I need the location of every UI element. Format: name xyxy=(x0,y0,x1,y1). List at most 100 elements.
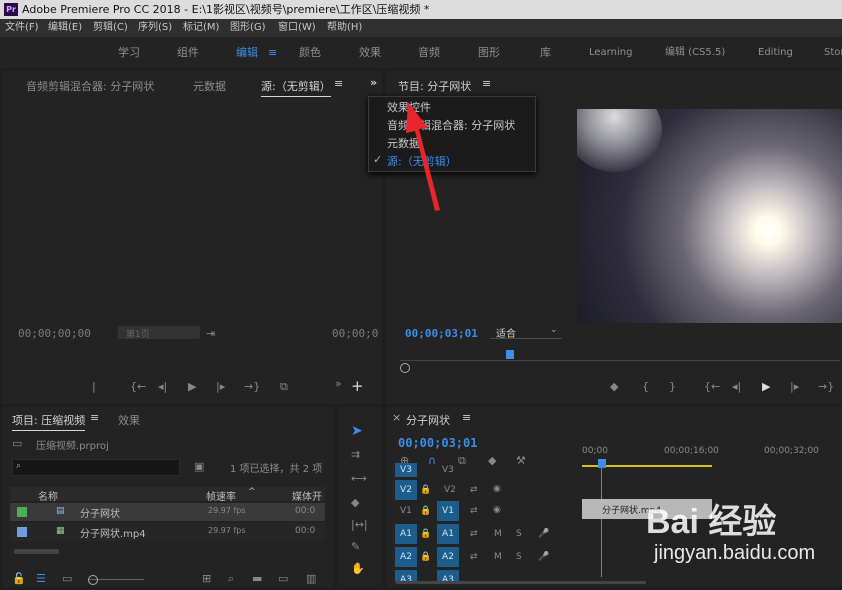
menu-graphics[interactable]: 图形(G) xyxy=(230,19,266,37)
selection-tool-icon[interactable]: ➤ xyxy=(351,424,363,438)
workspace-effects[interactable]: 效果 xyxy=(359,37,381,68)
zoom-slider-handle[interactable] xyxy=(88,575,98,585)
list-view-icon[interactable]: ☰ xyxy=(36,573,46,585)
settings-wrench-icon[interactable]: ⚒ xyxy=(516,455,526,467)
tab-audio-clip-mixer[interactable]: 音频剪辑混合器: 分子网状 xyxy=(26,78,154,94)
scrub-bar[interactable] xyxy=(400,360,840,361)
playhead-marker[interactable] xyxy=(598,459,606,468)
overflow-chevrons-icon[interactable]: » xyxy=(370,76,377,89)
track-target-v3[interactable]: V3 xyxy=(395,463,417,477)
lock-icon[interactable]: 🔒 xyxy=(420,485,431,495)
step-forward-icon[interactable]: |▸ xyxy=(216,381,225,393)
table-row[interactable]: ▤ 分子网状 29.97 fps 00:0 xyxy=(10,503,325,521)
track-target-a1[interactable]: A1 xyxy=(437,524,459,544)
microphone-icon[interactable]: 🎤 xyxy=(538,529,549,539)
timeline-scrollbar[interactable] xyxy=(396,581,646,584)
sort-up-icon[interactable]: ^ xyxy=(248,487,256,497)
more-icon[interactable]: » xyxy=(335,378,342,390)
tab-effects[interactable]: 效果 xyxy=(118,412,140,428)
tab-metadata[interactable]: 元数据 xyxy=(193,78,226,94)
workspace-editing-en[interactable]: Editing xyxy=(758,37,793,68)
track-target-v2[interactable]: V2 xyxy=(395,480,417,500)
microphone-icon[interactable]: 🎤 xyxy=(538,552,549,562)
eye-icon[interactable]: ◉ xyxy=(493,484,501,494)
find-icon[interactable]: ⌕ xyxy=(228,573,234,585)
menu-edit[interactable]: 编辑(E) xyxy=(48,19,82,37)
workspace-color[interactable]: 颜色 xyxy=(299,37,321,68)
timeline-timecode[interactable]: 00;00;03;01 xyxy=(398,436,477,450)
menu-marker[interactable]: 标记(M) xyxy=(183,19,219,37)
workspace-editing[interactable]: 编辑 xyxy=(236,37,258,68)
page-selector[interactable]: 第1页 xyxy=(118,326,200,340)
close-icon[interactable]: × xyxy=(392,411,401,424)
table-row[interactable]: ▦ 分子网状.mp4 29.97 fps 00:0 xyxy=(10,523,325,541)
label-color-swatch[interactable] xyxy=(17,507,27,517)
project-menu-icon[interactable]: ≡ xyxy=(90,411,99,424)
mark-in-icon[interactable]: { xyxy=(642,381,649,393)
column-name[interactable]: 名称 xyxy=(38,488,58,503)
column-framerate[interactable]: 帧速率 xyxy=(206,488,236,503)
hand-tool-icon[interactable]: ✋ xyxy=(351,563,365,575)
insert-icon[interactable]: ⧉ xyxy=(280,381,288,393)
mute-icon[interactable]: M xyxy=(494,529,502,539)
play-icon[interactable]: ▶ xyxy=(762,381,770,393)
mute-icon[interactable]: M xyxy=(494,552,502,562)
go-to-out-icon[interactable]: →} xyxy=(244,381,260,393)
lock-icon[interactable]: 🔒 xyxy=(420,552,431,562)
playhead-marker[interactable] xyxy=(506,350,514,359)
solo-icon[interactable]: S xyxy=(516,552,522,562)
marker-icon[interactable]: ◆ xyxy=(610,381,618,393)
go-to-out-icon[interactable]: →} xyxy=(818,381,834,393)
lock-icon[interactable]: 🔒 xyxy=(420,529,431,539)
workspace-graphics[interactable]: 图形 xyxy=(478,37,500,68)
track-select-tool-icon[interactable]: ⇉ xyxy=(351,449,360,461)
sync-lock-icon[interactable]: ⇄ xyxy=(470,485,478,495)
menu-file[interactable]: 文件(F) xyxy=(5,19,39,37)
step-back-icon[interactable]: ◂| xyxy=(158,381,167,393)
workspace-libraries[interactable]: 库 xyxy=(540,37,551,68)
play-icon[interactable]: ▶ xyxy=(188,381,196,393)
workspace-learn[interactable]: 学习 xyxy=(118,37,140,68)
snap-icon[interactable]: ∩ xyxy=(428,455,436,467)
menu-clip[interactable]: 剪辑(C) xyxy=(93,19,128,37)
lock-icon[interactable]: 🔒 xyxy=(420,506,431,516)
new-item-icon[interactable]: ▭ xyxy=(278,573,288,585)
mark-out-icon[interactable]: } xyxy=(669,381,676,393)
sync-lock-icon[interactable]: ⇄ xyxy=(470,506,478,516)
column-media-start[interactable]: 媒体开 xyxy=(292,488,322,503)
menu-window[interactable]: 窗口(W) xyxy=(278,19,316,37)
fit-dropdown[interactable]: 适合 ⌄ xyxy=(490,324,562,340)
automate-icon[interactable]: ⊞ xyxy=(202,573,211,585)
lock-icon[interactable]: 🔓 xyxy=(12,573,26,585)
tab-project[interactable]: 项目: 压缩视频 xyxy=(12,412,86,431)
panel-menu-icon[interactable]: ≡ xyxy=(334,77,343,90)
step-back-icon[interactable]: ◂| xyxy=(732,381,741,393)
timeline-menu-icon[interactable]: ≡ xyxy=(462,411,471,424)
label-color-swatch[interactable] xyxy=(17,527,27,537)
workspace-menu-icon[interactable]: ≡ xyxy=(268,37,277,68)
menu-help[interactable]: 帮助(H) xyxy=(327,19,362,37)
solo-icon[interactable]: S xyxy=(516,529,522,539)
linked-selection-icon[interactable]: ⧉ xyxy=(458,455,466,467)
new-bin-icon[interactable]: ▬ xyxy=(252,573,262,585)
menu-sequence[interactable]: 序列(S) xyxy=(138,19,172,37)
zoom-handle-icon[interactable] xyxy=(400,363,410,373)
go-to-in-icon[interactable]: {← xyxy=(704,381,720,393)
slip-tool-icon[interactable]: |↔| xyxy=(351,519,368,531)
program-menu-icon[interactable]: ≡ xyxy=(482,77,491,90)
sync-lock-icon[interactable]: ⇄ xyxy=(470,529,478,539)
eye-icon[interactable]: ◉ xyxy=(493,505,501,515)
jump-icon[interactable]: ⇥ xyxy=(206,328,215,340)
horizontal-scrollbar[interactable] xyxy=(14,549,59,554)
new-bin-icon[interactable]: ▣ xyxy=(194,461,204,473)
step-forward-icon[interactable]: |▸ xyxy=(790,381,799,393)
ripple-edit-tool-icon[interactable]: ⟷ xyxy=(351,473,367,485)
sync-lock-icon[interactable]: ⇄ xyxy=(470,552,478,562)
mark-in-icon[interactable]: | xyxy=(92,381,96,393)
trash-icon[interactable]: ▥ xyxy=(306,573,316,585)
workspace-editing-cs55[interactable]: 编辑 (CS5.5) xyxy=(665,37,725,68)
workspace-stor[interactable]: Stor xyxy=(824,37,842,68)
timeline-title[interactable]: 分子网状 xyxy=(406,412,450,428)
pen-tool-icon[interactable]: ✎ xyxy=(351,541,360,553)
project-search-input[interactable]: ⌕ xyxy=(12,459,180,476)
